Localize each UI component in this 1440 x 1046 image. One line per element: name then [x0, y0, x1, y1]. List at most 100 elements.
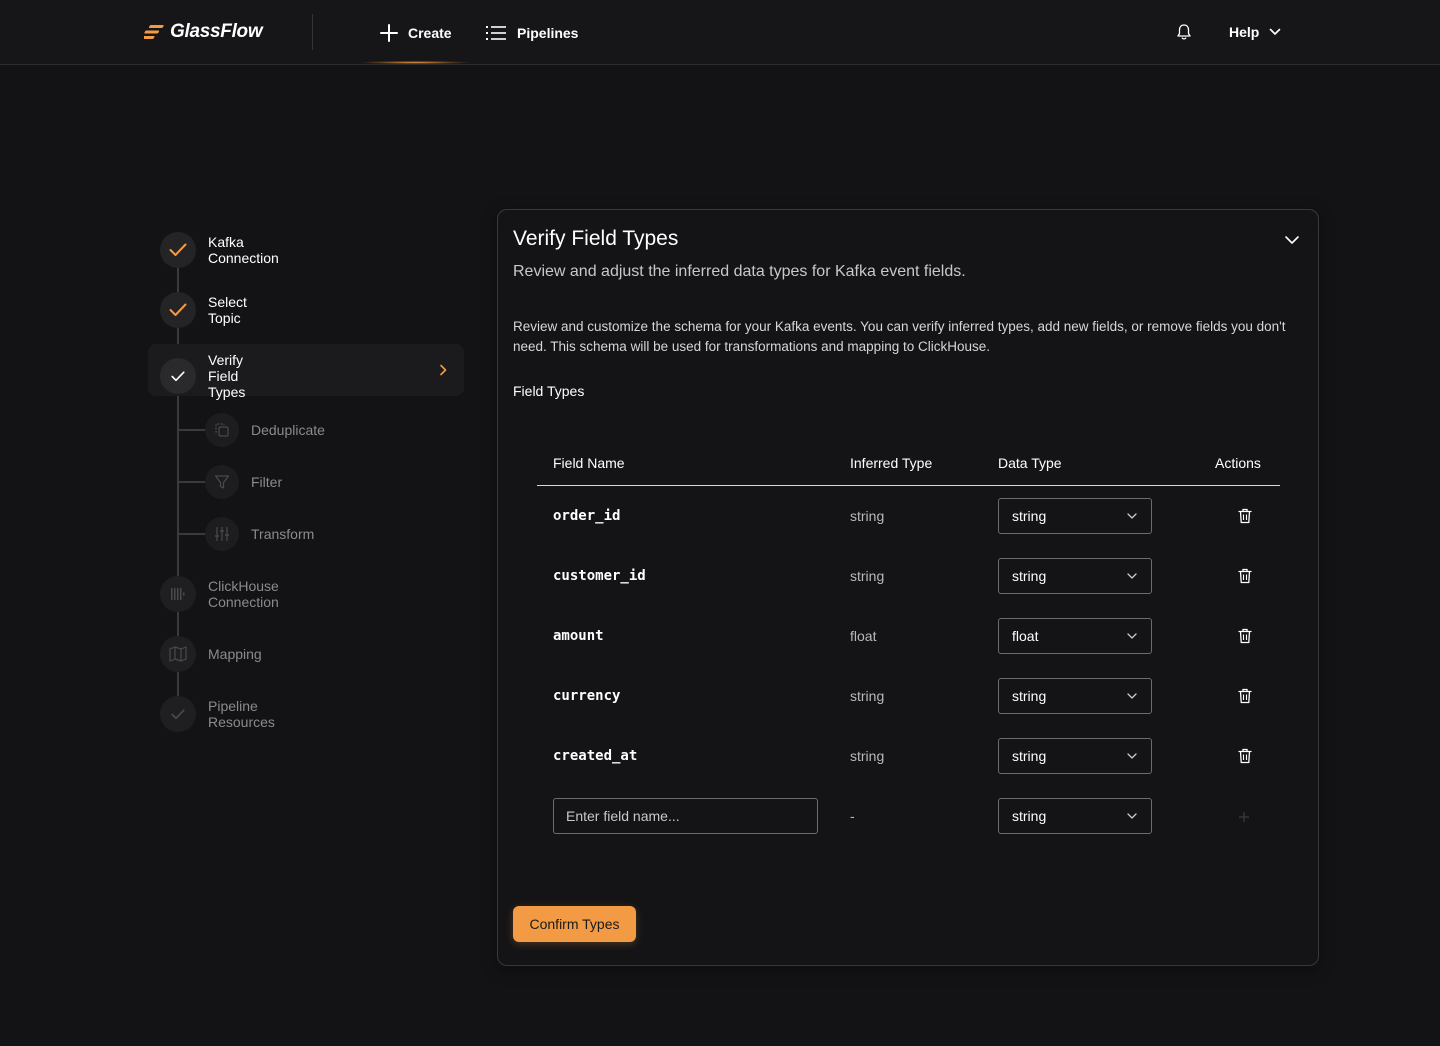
chevron-down-icon [1127, 573, 1137, 579]
check-icon [169, 243, 187, 256]
chevron-down-icon [1127, 813, 1137, 819]
delete-field-button[interactable] [1238, 748, 1252, 769]
help-label: Help [1229, 24, 1260, 40]
list-icon [486, 26, 506, 40]
step-kafka-connection[interactable]: Kafka Connection [160, 232, 279, 268]
chevron-down-icon [1285, 236, 1299, 244]
card-subtitle: Review and adjust the inferred data type… [513, 263, 966, 280]
step-transform[interactable]: Transform [205, 517, 314, 551]
step-label: ClickHouse Connection [208, 578, 279, 610]
inferred-type-cell: float [850, 628, 877, 644]
trash-icon [1238, 628, 1252, 644]
step-status [160, 636, 196, 672]
column-header-actions: Actions [1215, 455, 1261, 471]
sliders-icon [215, 527, 229, 541]
add-field-button[interactable] [1238, 810, 1250, 828]
field-name-cell: customer_id [553, 568, 646, 584]
step-status [160, 292, 196, 328]
step-verify-field-types[interactable]: Verify Field Types [160, 352, 245, 400]
step-pipeline-resources[interactable]: Pipeline Resources [160, 696, 275, 732]
step-status [160, 696, 196, 732]
step-label: Deduplicate [251, 422, 325, 438]
data-type-select[interactable]: string [998, 558, 1152, 594]
card-description: Review and customize the schema for your… [513, 319, 1286, 354]
glassflow-logo-icon [144, 25, 164, 39]
step-label: Kafka Connection [208, 234, 279, 266]
step-deduplicate[interactable]: Deduplicate [205, 413, 325, 447]
confirm-types-button[interactable]: Confirm Types [513, 906, 636, 942]
check-icon [171, 708, 185, 719]
field-name-cell: order_id [553, 508, 621, 524]
delete-field-button[interactable] [1238, 628, 1252, 649]
step-connector [177, 268, 179, 292]
step-clickhouse-connection[interactable]: ClickHouse Connection [160, 576, 279, 612]
new-field-name-input[interactable] [553, 798, 818, 834]
step-status [205, 465, 239, 499]
chevron-down-icon [1127, 513, 1137, 519]
data-type-select[interactable]: string [998, 498, 1152, 534]
data-type-select[interactable]: float [998, 618, 1152, 654]
field-name-cell: amount [553, 628, 604, 644]
section-label: Field Types [513, 383, 585, 399]
step-label: Verify Field Types [208, 352, 246, 400]
data-type-value: string [1012, 568, 1047, 584]
trash-icon [1238, 568, 1252, 584]
data-type-value: float [1012, 628, 1039, 644]
step-label: Pipeline Resources [208, 698, 275, 730]
check-icon [169, 303, 187, 316]
delete-field-button[interactable] [1238, 688, 1252, 709]
step-label: Mapping [208, 646, 262, 662]
nav-create[interactable]: Create [380, 18, 452, 48]
collapse-button[interactable] [1284, 232, 1300, 250]
map-icon [169, 646, 187, 662]
chevron-down-icon [1127, 753, 1137, 759]
step-filter[interactable]: Filter [205, 465, 282, 499]
column-header-data-type: Data Type [998, 455, 1062, 471]
verify-field-types-card: Verify Field Types Review and adjust the… [497, 209, 1319, 966]
copy-icon [215, 423, 229, 437]
nav-active-indicator [362, 61, 468, 64]
step-connector [177, 672, 179, 696]
nav-pipelines[interactable]: Pipelines [486, 18, 578, 48]
inferred-type-cell: string [850, 748, 885, 764]
delete-field-button[interactable] [1238, 508, 1252, 529]
column-header-field-name: Field Name [553, 455, 625, 471]
inferred-type-cell: string [850, 568, 885, 584]
step-connector [177, 612, 179, 636]
field-name-cell: created_at [553, 748, 638, 764]
nav-pipelines-label: Pipelines [517, 25, 579, 41]
data-type-value: string [1012, 508, 1047, 524]
nav-create-label: Create [408, 25, 452, 41]
chevron-down-icon [1270, 28, 1281, 35]
notifications-button[interactable] [1176, 23, 1192, 46]
help-menu[interactable]: Help [1229, 22, 1281, 42]
plus-icon [1239, 812, 1249, 822]
data-type-value: string [1012, 748, 1047, 764]
delete-field-button[interactable] [1238, 568, 1252, 589]
card-title: Verify Field Types [513, 227, 679, 250]
glassflow-logo[interactable]: GlassFlow [144, 20, 263, 44]
substep-connector [178, 481, 206, 483]
logo-text: GlassFlow [170, 21, 263, 42]
step-label: Select Topic [208, 294, 247, 326]
step-select-topic[interactable]: Select Topic [160, 292, 247, 328]
step-label: Transform [251, 526, 315, 542]
data-type-select[interactable]: string [998, 678, 1152, 714]
new-field-data-type-select[interactable]: string [998, 798, 1152, 834]
trash-icon [1238, 688, 1252, 704]
clickhouse-icon [171, 588, 185, 600]
data-type-select[interactable]: string [998, 738, 1152, 774]
inferred-type-cell: string [850, 508, 885, 524]
data-type-value: string [1012, 808, 1047, 824]
step-mapping[interactable]: Mapping [160, 636, 262, 672]
step-status [160, 358, 196, 394]
step-status [160, 576, 196, 612]
top-header: GlassFlow Create Pipelines Help [0, 0, 1440, 65]
column-header-inferred-type: Inferred Type [850, 455, 933, 471]
bell-icon [1177, 24, 1191, 40]
check-icon [171, 370, 185, 381]
data-type-value: string [1012, 688, 1047, 704]
step-status [205, 517, 239, 551]
field-name-cell: currency [553, 688, 621, 704]
step-status [205, 413, 239, 447]
